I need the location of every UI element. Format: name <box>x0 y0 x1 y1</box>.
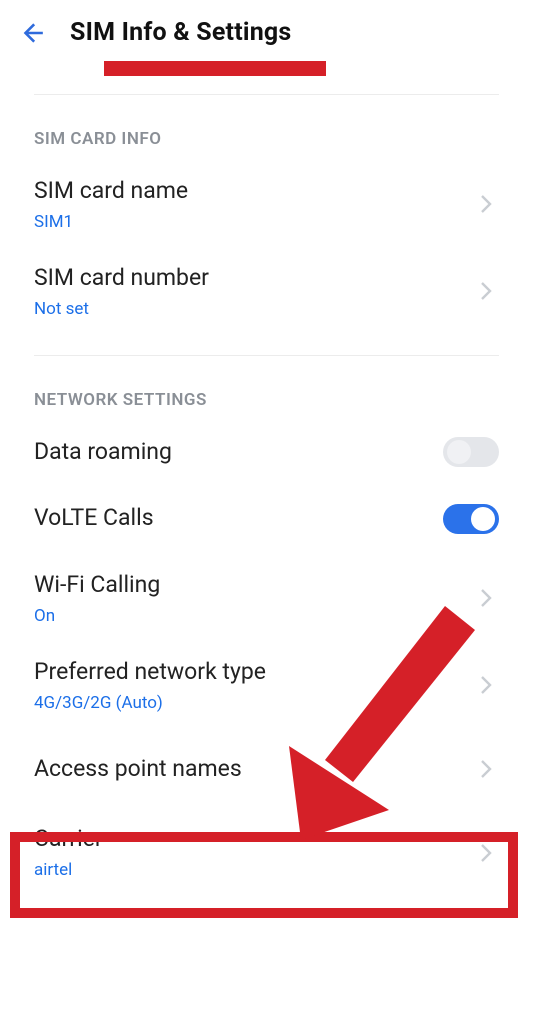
row-subtitle: airtel <box>34 860 493 880</box>
row-title: Preferred network type <box>34 658 493 687</box>
page-title: SIM Info & Settings <box>70 18 291 47</box>
row-title: SIM card number <box>34 264 493 293</box>
row-sim-card-number[interactable]: SIM card number Not set <box>0 248 533 335</box>
row-subtitle: On <box>34 606 493 626</box>
row-title: Wi-Fi Calling <box>34 571 493 600</box>
row-data-roaming[interactable]: Data roaming <box>0 422 533 483</box>
toggle-knob <box>471 507 495 531</box>
toggle-knob <box>447 440 471 464</box>
toggle-data-roaming[interactable] <box>443 437 499 467</box>
row-subtitle: SIM1 <box>34 212 493 232</box>
back-icon[interactable] <box>18 19 46 47</box>
row-title: Data roaming <box>34 438 493 467</box>
toggle-volte-calls[interactable] <box>443 504 499 534</box>
section-header-network-settings: NETWORK SETTINGS <box>0 356 533 422</box>
row-wifi-calling[interactable]: Wi-Fi Calling On <box>0 555 533 642</box>
section-header-sim-info: SIM CARD INFO <box>0 95 533 161</box>
row-sim-card-name[interactable]: SIM card name SIM1 <box>0 161 533 248</box>
row-title: VoLTE Calls <box>34 504 493 533</box>
row-title: Access point names <box>34 755 493 784</box>
row-subtitle: 4G/3G/2G (Auto) <box>34 693 493 713</box>
row-access-point-names[interactable]: Access point names <box>0 729 533 810</box>
row-title: Carrier <box>34 825 493 854</box>
redaction-bar <box>104 61 326 76</box>
row-title: SIM card name <box>34 177 493 206</box>
row-carrier[interactable]: Carrier airtel <box>0 809 533 896</box>
app-header: SIM Info & Settings <box>0 0 533 61</box>
row-preferred-network-type[interactable]: Preferred network type 4G/3G/2G (Auto) <box>0 642 533 729</box>
row-subtitle: Not set <box>34 299 493 319</box>
row-volte-calls[interactable]: VoLTE Calls <box>0 482 533 555</box>
